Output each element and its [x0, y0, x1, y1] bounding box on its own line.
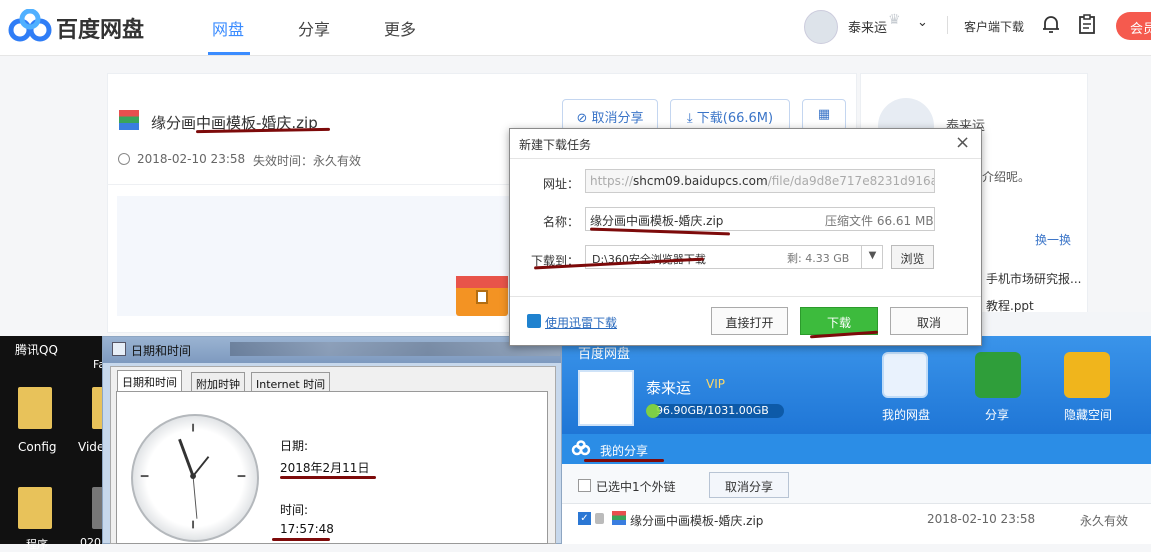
profile-intro: 介绍呢。: [982, 170, 1031, 184]
date-label: 日期:: [280, 439, 309, 453]
expire-time: 失效时间：永久有效: [253, 154, 362, 168]
zip-archive-icon: [456, 276, 508, 316]
my-share-title[interactable]: 我的分享: [600, 442, 648, 459]
folder-icon[interactable]: [18, 487, 52, 529]
file-expire: 永久有效: [1080, 514, 1129, 528]
url-field[interactable]: https://shcm09.baidupcs.com/file/da9d8e7…: [585, 169, 935, 193]
url-rest: /file/da9d8e717e8231d916a0: [767, 174, 935, 188]
browse-button[interactable]: 浏览: [891, 245, 934, 269]
file-size: 压缩文件 66.61 MB: [825, 214, 934, 228]
tab-additional-clocks[interactable]: 附加时钟: [191, 372, 245, 392]
qr-code-button[interactable]: ▦: [802, 99, 846, 131]
client-download-link[interactable]: 客户端下载: [964, 18, 1024, 35]
chevron-down-icon[interactable]: ▼: [861, 245, 883, 269]
cloud-icon[interactable]: [882, 352, 928, 398]
desktop-icon-label[interactable]: Config: [18, 440, 57, 454]
close-icon[interactable]: ×: [955, 132, 970, 153]
crown-icon: ♛: [888, 12, 901, 28]
analog-clock-icon: [131, 414, 259, 542]
select-all-checkbox[interactable]: [578, 479, 591, 492]
share-label[interactable]: 分享: [985, 406, 1009, 423]
annotation-underline: [280, 476, 376, 479]
thunder-icon[interactable]: [527, 314, 541, 328]
download-icon: ⤓: [686, 111, 697, 126]
baidu-netdisk-logo-icon[interactable]: [8, 9, 52, 43]
qr-code-icon: ▦: [817, 107, 831, 122]
avatar[interactable]: [804, 10, 838, 44]
related-item[interactable]: 手机市场研究报...: [986, 270, 1081, 287]
cancel-share-button[interactable]: 取消分享: [709, 472, 789, 498]
url-label: 网址：: [543, 177, 580, 191]
download-label: 下载(66.6M): [696, 111, 774, 126]
client-username[interactable]: 泰来运: [646, 377, 691, 398]
avatar[interactable]: [578, 370, 634, 426]
zip-file-icon: [119, 110, 139, 130]
bell-icon[interactable]: [1042, 14, 1060, 34]
free-space: 剩: 4.33 GB: [787, 252, 850, 265]
window-icon: [112, 342, 126, 356]
download-button[interactable]: ⤓ 下载(66.6M): [670, 99, 790, 131]
annotation-underline: [272, 538, 330, 541]
dialog-title: 新建下载任务: [519, 138, 592, 152]
cancel-icon: ⊘: [576, 111, 592, 126]
time-label: 时间:: [280, 503, 309, 517]
storage-quota: 96.90GB/1031.00GB: [646, 404, 784, 418]
clock-icon: [118, 153, 130, 165]
desktop-icon-label[interactable]: 020: [80, 536, 101, 549]
vip-button[interactable]: 会员: [1116, 12, 1151, 40]
open-direct-button[interactable]: 直接打开: [711, 307, 788, 335]
swap-link[interactable]: 换一换: [1035, 231, 1071, 248]
brand-name[interactable]: 百度网盘: [56, 12, 144, 44]
divider: [510, 296, 981, 297]
selection-count: 已选中1个外链: [596, 480, 676, 494]
folder-icon[interactable]: [18, 387, 52, 429]
tab-internet-time[interactable]: Internet 时间: [251, 372, 331, 392]
baidu-logo-icon: [571, 440, 591, 456]
my-disk-label[interactable]: 我的网盘: [882, 406, 930, 423]
share-icon[interactable]: [975, 352, 1021, 398]
thunder-download-link[interactable]: 使用迅雷下载: [545, 314, 617, 331]
url-prefix: https://: [590, 174, 634, 188]
time-value: 17:57:48: [280, 522, 334, 536]
date-value: 2018年2月11日: [280, 461, 370, 475]
file-name[interactable]: 缘分画中画模板-婚庆.zip: [630, 512, 763, 529]
zip-file-icon: [612, 511, 626, 525]
cancel-share-button[interactable]: ⊘ 取消分享: [562, 99, 658, 131]
nav-share[interactable]: 分享: [298, 16, 330, 40]
window-title: 日期和时间: [131, 344, 192, 358]
lock-icon: [595, 513, 604, 524]
tab-date-time[interactable]: 日期和时间: [117, 370, 182, 393]
row-checkbox[interactable]: ✓: [578, 512, 591, 525]
cancel-share-label: 取消分享: [591, 111, 644, 126]
share-date: 2018-02-10 23:58: [137, 152, 246, 166]
vip-badge: VIP: [706, 377, 725, 391]
nav-more[interactable]: 更多: [384, 16, 416, 40]
file-date: 2018-02-10 23:58: [927, 512, 1036, 526]
nav-active-indicator: [208, 52, 250, 55]
chevron-down-icon[interactable]: ⌄: [917, 15, 928, 30]
storage-quota-fill: [646, 404, 660, 418]
name-label: 名称：: [543, 215, 580, 229]
divider: [510, 158, 981, 159]
desktop-icon-label[interactable]: 程序: [26, 536, 48, 552]
desktop-icon-label[interactable]: 腾讯QQ: [15, 341, 58, 358]
clipboard-icon[interactable]: [1078, 14, 1096, 34]
nav-netdisk[interactable]: 网盘: [212, 16, 244, 40]
annotation-underline: [584, 459, 664, 462]
lock-icon[interactable]: [1064, 352, 1110, 398]
divider: [947, 16, 948, 34]
username[interactable]: 泰来运: [848, 17, 887, 36]
url-host: shcm09.baidupcs.com: [633, 174, 768, 188]
desktop-icon-label[interactable]: Vide: [78, 440, 104, 454]
hidden-space-label[interactable]: 隐藏空间: [1064, 406, 1112, 423]
cancel-button[interactable]: 取消: [890, 307, 968, 335]
